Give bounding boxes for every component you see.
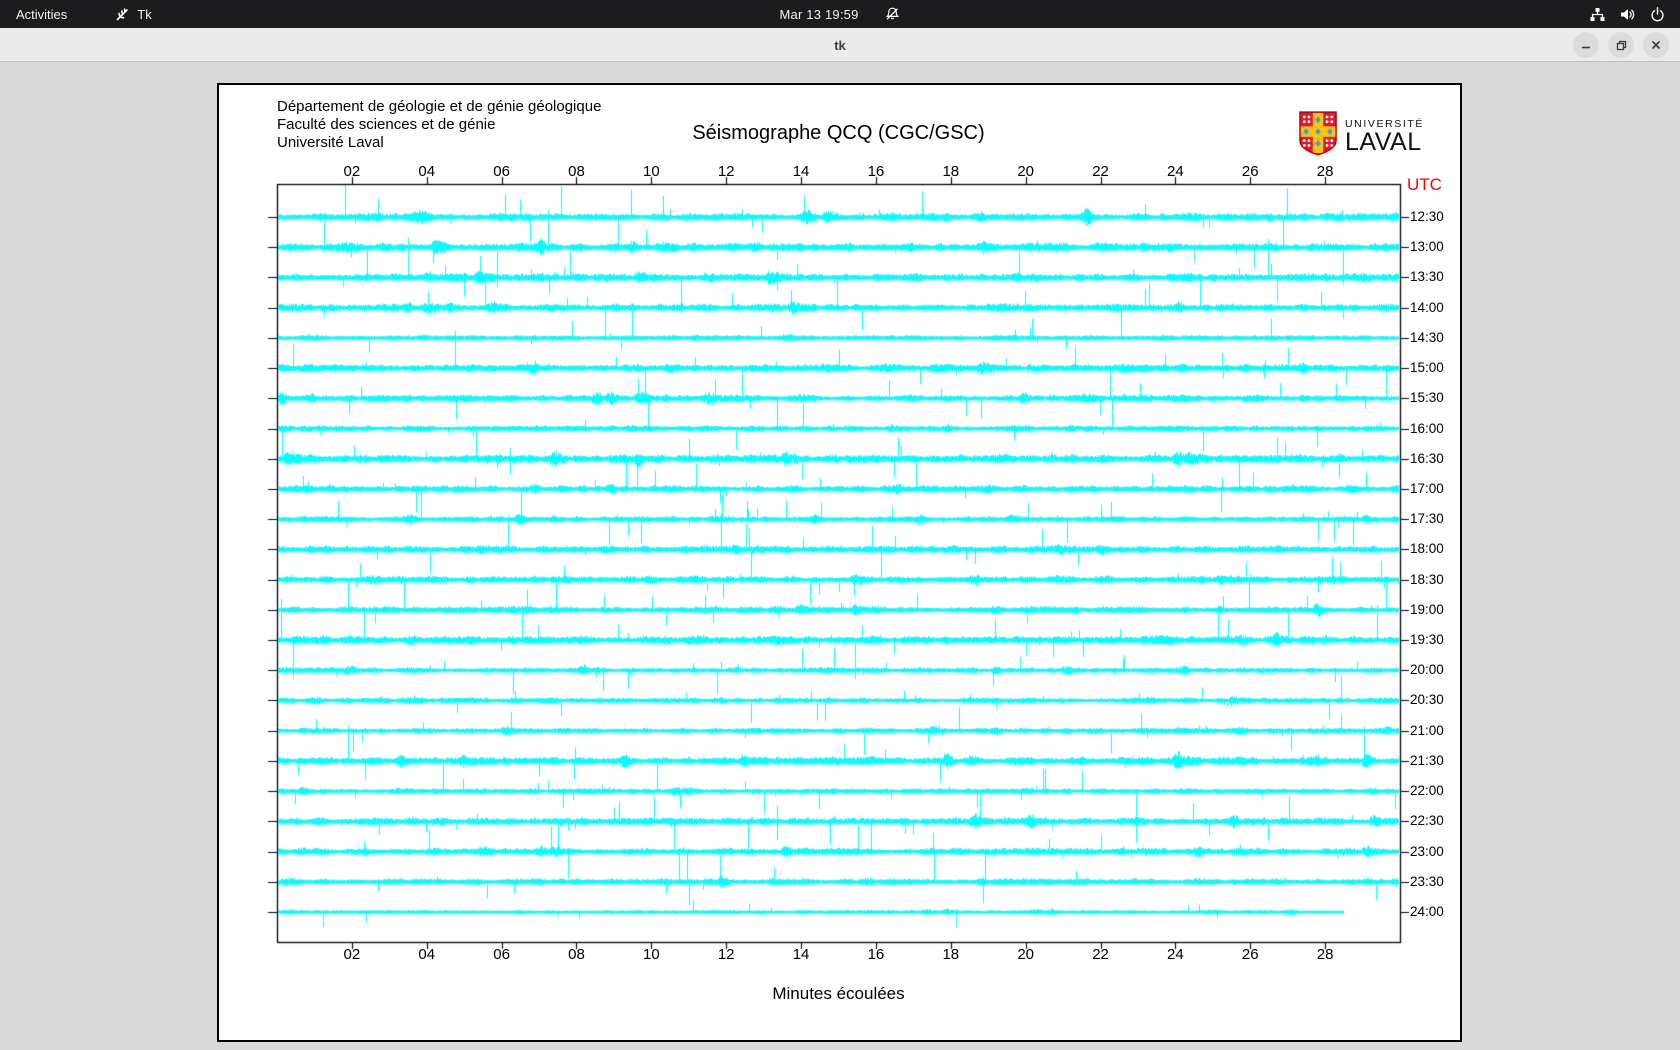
x-tick-label-bottom: 06 xyxy=(493,946,510,963)
address-line-1: Département de géologie et de génie géol… xyxy=(277,98,602,115)
x-tick-label-top: 02 xyxy=(343,163,361,180)
x-tick-label-bottom: 14 xyxy=(792,946,810,963)
x-axis-title: Minutes écoulées xyxy=(772,984,905,1003)
x-tick-label-top: 18 xyxy=(942,163,960,180)
time-row-label: 14:30 xyxy=(1410,329,1444,345)
time-row-label: 17:00 xyxy=(1410,480,1444,496)
x-tick-label-top: 12 xyxy=(717,163,735,180)
network-icon[interactable] xyxy=(1589,6,1606,23)
x-tick-label-bottom: 28 xyxy=(1316,946,1334,963)
x-tick-label-top: 24 xyxy=(1167,163,1184,180)
x-tick-label-bottom: 20 xyxy=(1017,946,1034,963)
window-titlebar[interactable]: tk xyxy=(0,28,1680,62)
x-tick-label-bottom: 16 xyxy=(867,946,885,963)
tk-app-indicator[interactable]: Tk xyxy=(107,0,159,28)
x-tick-label-bottom: 18 xyxy=(942,946,960,963)
time-row-label: 16:00 xyxy=(1410,420,1444,436)
x-tick-label-top: 22 xyxy=(1092,163,1109,180)
x-tick-label-bottom: 24 xyxy=(1167,946,1184,963)
maximize-button[interactable] xyxy=(1608,32,1634,58)
x-tick-label-top: 26 xyxy=(1241,163,1259,180)
universite-laval-logo: UNIVERSITÉ LAVAL xyxy=(1299,111,1424,161)
time-row-label: 20:00 xyxy=(1410,662,1444,678)
time-row-label: 18:30 xyxy=(1410,571,1444,587)
logo-laval-text: LAVAL xyxy=(1345,128,1422,156)
time-row-label: 15:30 xyxy=(1410,390,1444,406)
time-row-label: 21:30 xyxy=(1410,752,1444,768)
tk-feather-icon xyxy=(115,7,130,22)
x-tick-label-top: 20 xyxy=(1017,163,1034,180)
time-row-label: 22:30 xyxy=(1410,813,1444,829)
top-bar: Activities Tk Mar 13 19:59 xyxy=(0,0,1680,28)
time-row-label: 15:00 xyxy=(1410,360,1444,376)
time-row-label: 17:30 xyxy=(1410,511,1444,527)
utc-label: UTC xyxy=(1407,175,1442,194)
clock[interactable]: Mar 13 19:59 xyxy=(779,7,858,22)
close-button[interactable] xyxy=(1643,32,1669,58)
x-tick-label-top: 08 xyxy=(568,163,585,180)
x-tick-label-top: 06 xyxy=(493,163,510,180)
time-row-label: 13:00 xyxy=(1410,239,1444,255)
x-tick-label-top: 16 xyxy=(867,163,885,180)
clock-area[interactable]: Mar 13 19:59 xyxy=(779,0,900,28)
time-row-label: 22:00 xyxy=(1410,783,1444,799)
laval-shield-icon xyxy=(1299,111,1337,161)
time-row-label: 23:30 xyxy=(1410,873,1444,889)
seismograph-plot xyxy=(219,85,1460,1040)
bell-slash-icon xyxy=(885,6,901,22)
tk-window-content: Département de géologie et de génie géol… xyxy=(0,62,1680,1050)
x-tick-label-top: 14 xyxy=(792,163,810,180)
x-tick-label-top: 04 xyxy=(418,163,436,180)
volume-icon[interactable] xyxy=(1619,6,1636,23)
window-title: tk xyxy=(834,37,846,53)
time-row-label: 19:00 xyxy=(1410,601,1444,617)
time-row-label: 14:00 xyxy=(1410,299,1444,315)
x-tick-label-top: 28 xyxy=(1316,163,1334,180)
activities-button[interactable]: Activities xyxy=(0,0,83,28)
x-tick-label-bottom: 02 xyxy=(343,946,361,963)
time-row-label: 24:00 xyxy=(1410,903,1444,919)
time-row-label: 21:00 xyxy=(1410,722,1444,738)
x-tick-label-bottom: 26 xyxy=(1241,946,1259,963)
x-tick-label-bottom: 08 xyxy=(568,946,585,963)
x-tick-label-bottom: 12 xyxy=(717,946,735,963)
time-row-label: 18:00 xyxy=(1410,541,1444,557)
x-tick-label-top: 10 xyxy=(642,163,660,180)
time-row-label: 13:30 xyxy=(1410,269,1444,285)
x-tick-label-bottom: 10 xyxy=(642,946,660,963)
seismograph-canvas-frame: Département de géologie et de génie géol… xyxy=(217,83,1462,1042)
x-tick-label-bottom: 04 xyxy=(418,946,436,963)
time-row-label: 20:30 xyxy=(1410,692,1444,708)
x-tick-label-bottom: 22 xyxy=(1092,946,1109,963)
plot-title: Séismographe QCQ (CGC/GSC) xyxy=(692,122,985,144)
time-row-label: 16:30 xyxy=(1410,450,1444,466)
time-row-label: 12:30 xyxy=(1410,209,1444,224)
power-icon[interactable] xyxy=(1649,6,1666,23)
time-row-label: 19:30 xyxy=(1410,632,1444,648)
time-row-label: 23:00 xyxy=(1410,843,1444,859)
tk-app-label: Tk xyxy=(137,6,152,22)
minimize-button[interactable] xyxy=(1573,32,1599,58)
